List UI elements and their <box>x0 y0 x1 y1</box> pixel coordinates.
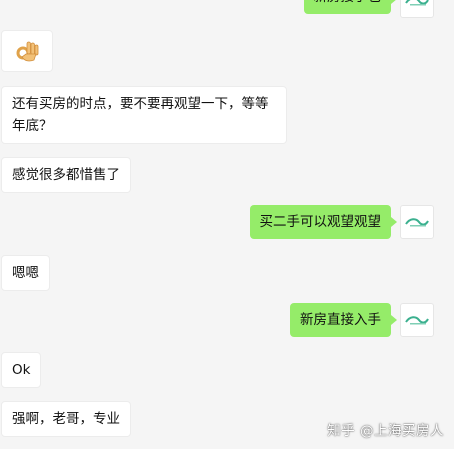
message-incoming[interactable]: 强啊，老哥，专业 <box>1 401 131 437</box>
avatar-self[interactable] <box>400 303 434 337</box>
avatar-logo-icon <box>405 316 429 325</box>
message-outgoing[interactable]: 新房接手也 <box>303 0 397 14</box>
avatar-self[interactable] <box>400 0 434 18</box>
chat-area: 新房接手也 还有买房的时点，要不要再观望一下，等等年底？ 感觉很多都惜售了 买二… <box>0 0 454 449</box>
avatar-logo-icon <box>405 218 429 227</box>
message-outgoing[interactable]: 新房直接入手 <box>290 303 397 337</box>
message-outgoing[interactable]: 买二手可以观望观望 <box>249 205 397 239</box>
message-incoming[interactable]: 还有买房的时点，要不要再观望一下，等等年底？ <box>1 86 287 144</box>
avatar-logo-icon <box>405 0 429 6</box>
ok-hand-emoji-icon <box>16 41 39 62</box>
watermark: 知乎 @上海买房人 <box>327 423 444 439</box>
message-incoming[interactable]: 感觉很多都惜售了 <box>1 157 131 193</box>
message-incoming[interactable]: Ok <box>1 352 42 388</box>
message-emoji[interactable] <box>1 30 53 72</box>
avatar-self[interactable] <box>400 205 434 239</box>
message-incoming[interactable]: 嗯嗯 <box>1 255 50 291</box>
